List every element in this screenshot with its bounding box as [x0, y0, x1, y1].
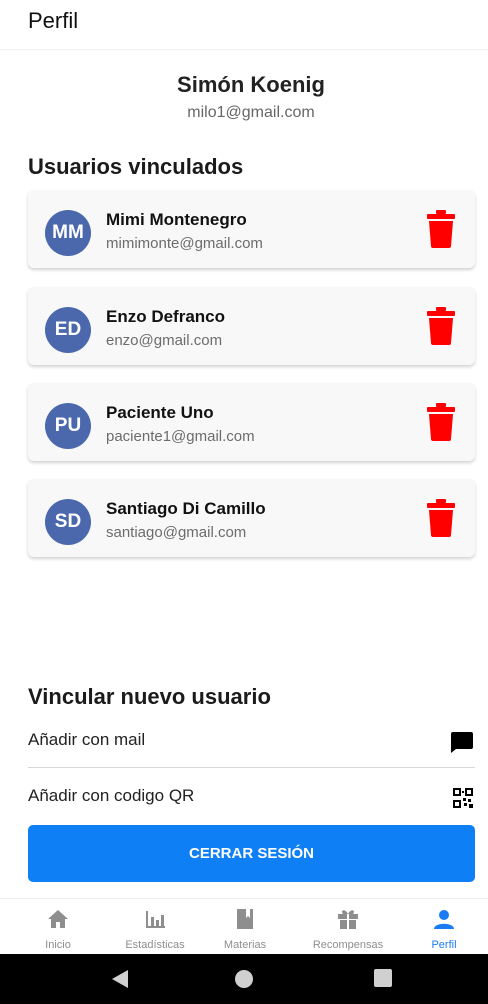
- bottom-tab-bar: Inicio Estadísticas Materias Recompensas: [0, 898, 488, 954]
- qr-code-icon: [453, 788, 473, 808]
- avatar: PU: [45, 403, 91, 449]
- linked-user-email: paciente1@gmail.com: [106, 428, 255, 445]
- logout-button[interactable]: CERRAR SESIÓN: [28, 825, 475, 882]
- profile-name: Simón Koenig: [177, 72, 325, 97]
- linked-user-email: enzo@gmail.com: [106, 332, 223, 349]
- home-icon: [48, 910, 68, 928]
- tab-label: Recompensas: [312, 939, 384, 951]
- divider: [28, 767, 475, 768]
- trash-icon[interactable]: [426, 307, 456, 345]
- tab-label: Estadísticas: [125, 939, 185, 951]
- gift-icon: [338, 910, 358, 929]
- avatar: MM: [45, 210, 91, 256]
- trash-icon[interactable]: [426, 499, 456, 537]
- home-button-icon[interactable]: [234, 969, 254, 989]
- tab-recompensas[interactable]: Recompensas: [299, 899, 397, 955]
- profile-summary: Simón Koenig milo1@gmail.com: [0, 72, 488, 122]
- link-new-user-title: Vincular nuevo usuario: [28, 684, 271, 709]
- linked-user-name: Enzo Defranco: [106, 307, 226, 326]
- back-icon[interactable]: [110, 969, 130, 989]
- profile-email: milo1@gmail.com: [187, 104, 315, 121]
- tab-materias[interactable]: Materias: [196, 899, 294, 955]
- avatar: SD: [45, 499, 91, 545]
- linked-user-card[interactable]: MM Mimi Montenegro mimimonte@gmail.com: [28, 190, 475, 268]
- page-title: Perfil: [28, 8, 79, 33]
- linked-user-name: Paciente Uno: [106, 403, 214, 422]
- add-by-qr-label: Añadir con codigo QR: [28, 786, 195, 805]
- book-icon: [237, 909, 253, 929]
- tab-inicio[interactable]: Inicio: [9, 899, 107, 955]
- tab-label: Materias: [223, 939, 267, 951]
- recents-icon[interactable]: [374, 969, 392, 987]
- linked-user-card[interactable]: PU Paciente Uno paciente1@gmail.com: [28, 383, 475, 461]
- linked-user-name: Mimi Montenegro: [106, 210, 247, 229]
- user-icon: [434, 910, 454, 929]
- bar-chart-icon: [146, 911, 165, 928]
- add-by-email-option[interactable]: Añadir con mail: [28, 718, 475, 766]
- tab-perfil[interactable]: Perfil: [395, 899, 488, 955]
- tab-estadisticas[interactable]: Estadísticas: [106, 899, 204, 955]
- app-header: Perfil: [0, 0, 488, 50]
- tab-label: Inicio: [45, 939, 71, 951]
- trash-icon[interactable]: [426, 210, 456, 248]
- linked-user-name: Santiago Di Camillo: [106, 499, 266, 518]
- linked-user-email: santiago@gmail.com: [106, 524, 247, 541]
- system-navigation-bar: [0, 954, 488, 1004]
- tab-label: Perfil: [431, 939, 457, 951]
- chat-bubble-icon: [451, 732, 473, 753]
- add-by-email-label: Añadir con mail: [28, 730, 146, 749]
- trash-icon[interactable]: [426, 403, 456, 441]
- linked-user-card[interactable]: SD Santiago Di Camillo santiago@gmail.co…: [28, 479, 475, 557]
- linked-user-email: mimimonte@gmail.com: [106, 235, 263, 252]
- add-by-qr-option[interactable]: Añadir con codigo QR: [28, 774, 475, 822]
- linked-user-card[interactable]: ED Enzo Defranco enzo@gmail.com: [28, 287, 475, 365]
- linked-users-title: Usuarios vinculados: [28, 154, 244, 179]
- avatar: ED: [45, 307, 91, 353]
